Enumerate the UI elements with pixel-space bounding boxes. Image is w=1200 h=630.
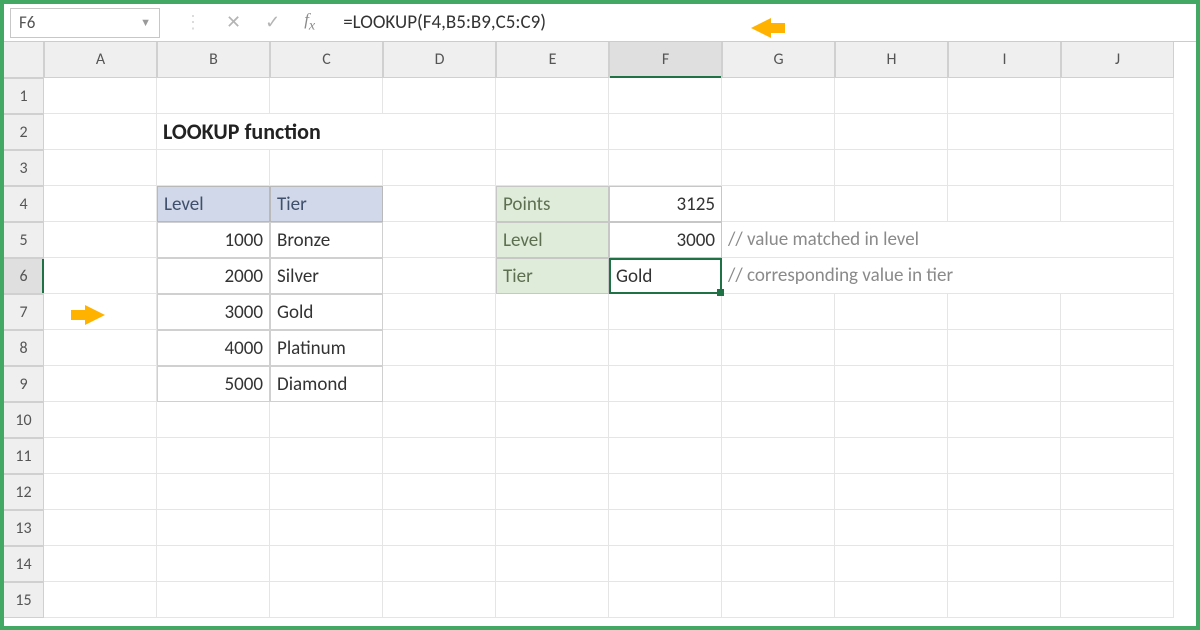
name-box[interactable]: F6 ▼ — [10, 8, 160, 38]
row-head-10[interactable]: 10 — [4, 402, 44, 438]
table-row[interactable]: Diamond — [270, 366, 383, 402]
table-row[interactable]: Gold — [270, 294, 383, 330]
table-header-tier[interactable]: Tier — [270, 186, 383, 222]
row-head-2[interactable]: 2 — [4, 114, 44, 150]
col-head-G[interactable]: G — [722, 42, 835, 78]
table-row[interactable]: 4000 — [157, 330, 270, 366]
chevron-down-icon[interactable]: ▼ — [140, 16, 151, 29]
col-head-H[interactable]: H — [835, 42, 948, 78]
col-head-C[interactable]: C — [270, 42, 383, 78]
col-head-A[interactable]: A — [44, 42, 157, 78]
name-box-value: F6 — [19, 12, 35, 33]
row-head-7[interactable]: 7 — [4, 294, 44, 330]
row-head-15[interactable]: 15 — [4, 582, 44, 618]
formula-bar: F6 ▼ ⋮ ✕ ✓ fx — [4, 4, 1196, 42]
confirm-icon[interactable]: ✓ — [265, 11, 280, 33]
col-head-E[interactable]: E — [496, 42, 609, 78]
col-head-D[interactable]: D — [383, 42, 496, 78]
points-value[interactable]: 3125 — [609, 186, 722, 222]
formula-bar-icons: ⋮ ✕ ✓ fx — [172, 10, 327, 34]
table-row[interactable]: 3000 — [157, 294, 270, 330]
row-head-4[interactable]: 4 — [4, 186, 44, 222]
table-row[interactable]: Bronze — [270, 222, 383, 258]
col-head-I[interactable]: I — [948, 42, 1061, 78]
page-title: LOOKUP function — [157, 114, 496, 150]
level-label[interactable]: Level — [496, 222, 609, 258]
table-row[interactable]: Platinum — [270, 330, 383, 366]
cancel-icon[interactable]: ✕ — [226, 11, 241, 33]
select-all-corner[interactable] — [4, 42, 44, 78]
table-header-level[interactable]: Level — [157, 186, 270, 222]
annotation-tier: // corresponding value in tier — [722, 258, 1174, 294]
arrow-annotation-icon — [85, 305, 105, 325]
tier-value[interactable]: Gold — [609, 258, 722, 294]
row-head-8[interactable]: 8 — [4, 330, 44, 366]
row-head-5[interactable]: 5 — [4, 222, 44, 258]
table-row[interactable]: 5000 — [157, 366, 270, 402]
row-head-1[interactable]: 1 — [4, 78, 44, 114]
row-head-13[interactable]: 13 — [4, 510, 44, 546]
row-head-12[interactable]: 12 — [4, 474, 44, 510]
row-head-14[interactable]: 14 — [4, 546, 44, 582]
col-head-F[interactable]: F — [609, 42, 722, 78]
points-label[interactable]: Points — [496, 186, 609, 222]
worksheet-grid[interactable]: A B C D E F G H I J 1 2 LOOKUP function … — [4, 42, 1196, 618]
arrow-annotation-icon — [751, 18, 771, 38]
col-head-J[interactable]: J — [1061, 42, 1174, 78]
table-row[interactable]: 2000 — [157, 258, 270, 294]
table-row[interactable]: 1000 — [157, 222, 270, 258]
row-head-6[interactable]: 6 — [4, 258, 44, 294]
table-row[interactable]: Silver — [270, 258, 383, 294]
tier-label[interactable]: Tier — [496, 258, 609, 294]
level-value[interactable]: 3000 — [609, 222, 722, 258]
annotation-level: // value matched in level — [722, 222, 1174, 258]
separator-icon: ⋮ — [184, 11, 202, 33]
row-head-3[interactable]: 3 — [4, 150, 44, 186]
col-head-B[interactable]: B — [157, 42, 270, 78]
row-head-11[interactable]: 11 — [4, 438, 44, 474]
fx-icon[interactable]: fx — [304, 10, 315, 34]
row-head-9[interactable]: 9 — [4, 366, 44, 402]
